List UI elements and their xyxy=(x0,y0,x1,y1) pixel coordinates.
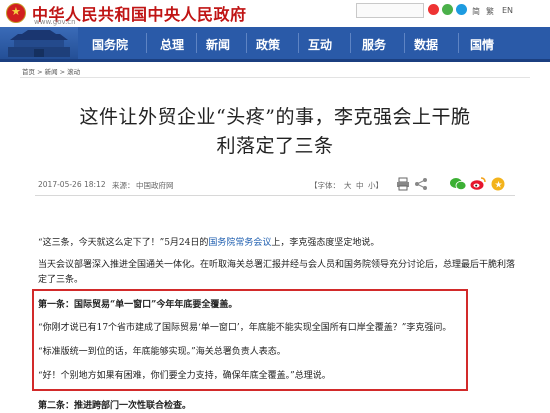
font-size-large[interactable]: 大 xyxy=(344,180,352,191)
lang-simplified[interactable]: 简 xyxy=(472,6,480,17)
paragraph-two-line2: 定了三条。 xyxy=(38,275,84,285)
breadcrumb[interactable]: 首页 > 新闻 > 滚动 xyxy=(22,66,80,76)
rule-two: 第二条：推进跨部门一次性联合检查。 xyxy=(38,401,192,411)
meta-divider xyxy=(35,195,515,196)
mobile-icon[interactable] xyxy=(456,4,467,15)
weibo-icon[interactable] xyxy=(428,4,439,15)
national-emblem-icon xyxy=(6,3,26,23)
nav-item-fuwu[interactable]: 服务 xyxy=(362,36,386,53)
nav-item-guowuyuan[interactable]: 国务院 xyxy=(92,36,128,53)
lang-traditional[interactable]: 繁 xyxy=(486,6,494,17)
nav-divider xyxy=(458,33,459,53)
qzone-share-icon[interactable]: ★ xyxy=(490,176,505,191)
article-date: 2017-05-26 18:12 xyxy=(38,180,106,189)
tiananmen-banner-icon xyxy=(0,27,78,59)
paragraph-intro: “这三条，今天就这么定下了！”5月24日的国务院常务会议上，李克强态度坚定地说。 xyxy=(38,235,379,248)
nav-divider xyxy=(196,33,197,53)
site-url: www.gov.cn xyxy=(34,18,76,26)
wechat-share-icon[interactable] xyxy=(450,176,467,191)
breadcrumb-divider xyxy=(20,77,530,78)
paragraph-intro-text-a: “这三条，今天就这么定下了！”5月24日的 xyxy=(38,238,209,248)
nav-divider xyxy=(350,33,351,53)
nav-item-hudong[interactable]: 互动 xyxy=(308,36,332,53)
nav-divider xyxy=(246,33,247,53)
nav-divider xyxy=(404,33,405,53)
wechat-icon[interactable] xyxy=(442,4,453,15)
nav-item-zhengce[interactable]: 政策 xyxy=(256,36,280,53)
print-icon[interactable] xyxy=(396,176,410,191)
svg-text:★: ★ xyxy=(495,181,503,191)
nav-divider xyxy=(298,33,299,53)
font-size-medium[interactable]: 中 xyxy=(356,180,364,191)
state-council-meeting-link[interactable]: 国务院常务会议 xyxy=(208,238,271,248)
article-title-line1: 这件让外贸企业“头疼”的事，李克强会上干脆 xyxy=(79,106,471,128)
article-title: 这件让外贸企业“头疼”的事，李克强会上干脆 利落定了三条 xyxy=(0,103,550,161)
article-source: 中国政府网 xyxy=(136,181,174,190)
nav-item-zongli[interactable]: 总理 xyxy=(160,36,184,53)
search-input[interactable] xyxy=(356,3,424,18)
premier-conclusion: “好！个别地方如果有困难，你们要全力支持，确保年底全覆盖。”总理说。 xyxy=(38,371,331,381)
weibo-share-icon[interactable] xyxy=(470,176,486,190)
font-size-label: 【字体： xyxy=(310,181,340,190)
rule-one: 第一条：国际贸易“单一窗口”今年年底要全覆盖。 xyxy=(38,300,238,310)
font-size-small[interactable]: 小】 xyxy=(368,180,383,191)
nav-divider xyxy=(146,33,147,53)
article-title-line2: 利落定了三条 xyxy=(216,135,334,157)
lang-english[interactable]: EN xyxy=(502,6,513,15)
article-source-label: 来源： xyxy=(112,181,135,190)
paragraph-two-line1: 当天会议部署深入推进全国通关一体化。在听取海关总署汇报并经与会人员和国务院领导充… xyxy=(38,260,516,270)
nav-item-xinwen[interactable]: 新闻 xyxy=(206,36,230,53)
nav-item-shuju[interactable]: 数据 xyxy=(414,36,438,53)
paragraph-intro-text-b: 上，李克强态度坚定地说。 xyxy=(271,238,380,248)
site-header: 中华人民共和国中央人民政府 www.gov.cn 简 繁 EN xyxy=(0,0,550,26)
share-icon[interactable] xyxy=(414,176,428,190)
customs-response: “标准版统一到位的话，年底能够实现。”海关总署负责人表态。 xyxy=(38,347,286,357)
premier-question: “你刚才说已有17个省市建成了国际贸易‘单一窗口’，年底能不能实现全国所有口岸全… xyxy=(38,323,452,333)
nav-item-guoqing[interactable]: 国情 xyxy=(470,36,494,53)
